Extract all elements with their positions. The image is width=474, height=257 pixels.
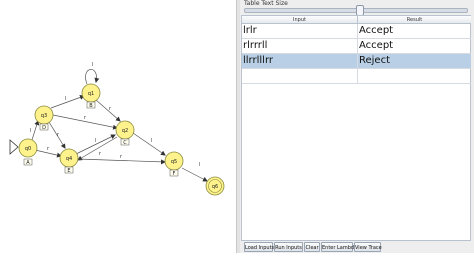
automaton-canvas[interactable]: l r l r r r l r l r l l q0 A q3 D q1 B q…: [0, 0, 236, 253]
edge-label: l: [151, 138, 152, 144]
view-trace-button[interactable]: View Trace: [354, 242, 382, 252]
edge-label: r: [99, 151, 102, 157]
state-q1[interactable]: q1 B: [81, 83, 101, 109]
table-text-size-label: Table Text Size: [244, 0, 288, 7]
edge-label: l: [95, 138, 96, 144]
state-q2[interactable]: q2 C: [115, 120, 135, 146]
input-cell[interactable]: llrrlllrr: [242, 54, 358, 68]
transition-q5-q6: [181, 167, 208, 182]
table-row[interactable]: rlrrrll Accept: [242, 39, 471, 54]
state-q4[interactable]: q4 E: [59, 148, 79, 174]
edge-label: l: [30, 128, 31, 134]
transition-q1-loop: [85, 69, 100, 85]
edge-label: r: [57, 132, 60, 138]
load-inputs-button[interactable]: Load Inputs: [244, 242, 274, 252]
clear-button[interactable]: Clear: [304, 242, 320, 252]
state-tag: C: [123, 140, 127, 146]
state-tag: D: [42, 125, 46, 131]
state-tag: B: [89, 103, 93, 109]
result-cell: Reject: [359, 55, 391, 66]
input-table: Input Result lrlr Accept rlrrrll Accept …: [241, 15, 471, 241]
transition-q2-q5: [132, 132, 166, 156]
edge-label: r: [84, 115, 87, 121]
edge-label: l: [65, 96, 66, 102]
enter-lambda-button[interactable]: Enter Lambda: [321, 242, 357, 252]
state-tag: F: [173, 171, 176, 177]
input-cell[interactable]: rlrrrll: [242, 39, 358, 53]
edge-label: r: [109, 106, 112, 112]
result-cell: Accept: [359, 40, 394, 51]
column-header-result[interactable]: Result: [358, 16, 471, 24]
state-name: q6: [212, 184, 218, 190]
result-cell: Accept: [359, 25, 394, 36]
state-tag: A: [26, 160, 30, 166]
state-q3[interactable]: q3 D: [34, 105, 54, 131]
state-tag: E: [67, 168, 70, 174]
state-q5[interactable]: q5 F: [164, 151, 184, 177]
transition-q2-q4: [77, 136, 118, 161]
table-row-selected[interactable]: llrrlllrr Reject: [242, 54, 471, 69]
result-cell: [358, 69, 471, 83]
state-q0[interactable]: q0 A: [18, 138, 38, 166]
input-cell[interactable]: lrlr: [242, 24, 358, 38]
state-q6-final[interactable]: q6: [205, 176, 225, 196]
state-name: q0: [25, 146, 31, 152]
table-row-empty[interactable]: [242, 69, 471, 84]
edge-label: l: [199, 162, 200, 168]
transition-q3-q1: [50, 95, 85, 109]
column-header-input[interactable]: Input: [242, 16, 358, 24]
automaton-diagram: l r l r r r l r l r l l q0 A q3 D q1 B q…: [9, 62, 225, 196]
input-cell[interactable]: [242, 69, 358, 83]
state-name: q4: [66, 156, 72, 162]
state-name: q3: [41, 113, 47, 119]
input-panel: Table Text Size Input Result lrlr Accept…: [240, 0, 474, 253]
state-name: q1: [88, 91, 94, 97]
transition-q1-q2: [95, 99, 121, 122]
edge-label: r: [120, 154, 123, 160]
table-row[interactable]: lrlr Accept: [242, 24, 471, 39]
initial-state-arrow: [9, 139, 19, 155]
edge-label: r: [47, 146, 50, 152]
run-inputs-button[interactable]: Run Inputs: [274, 242, 303, 252]
edge-label: l: [92, 62, 93, 68]
state-name: q5: [171, 159, 177, 165]
state-name: q2: [122, 128, 128, 134]
